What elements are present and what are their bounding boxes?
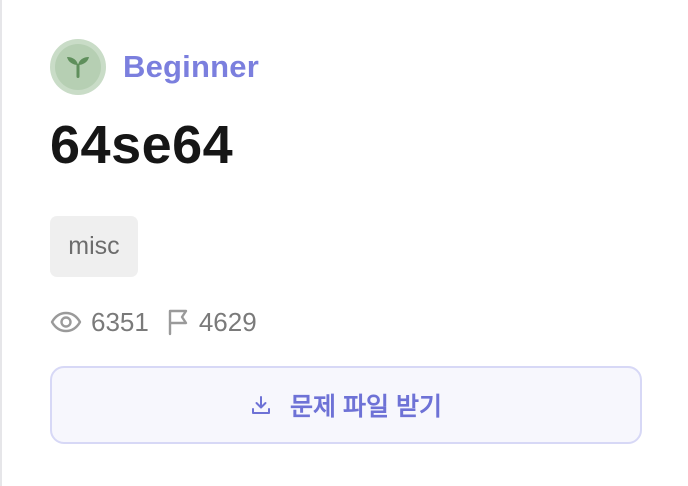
- challenge-card: Beginner 64se64 misc 6351 4629 문제 파일 받기: [50, 38, 642, 444]
- views-stat: 6351: [50, 307, 149, 338]
- download-icon: [250, 394, 272, 416]
- eye-icon: [50, 311, 82, 333]
- solves-stat: 4629: [166, 307, 257, 338]
- tag-misc[interactable]: misc: [50, 216, 138, 277]
- download-label: 문제 파일 받기: [290, 393, 442, 421]
- level-label: Beginner: [123, 49, 259, 84]
- level-row: Beginner: [50, 38, 642, 96]
- panel-divider: [0, 0, 2, 486]
- download-problem-file-button[interactable]: 문제 파일 받기: [50, 366, 642, 444]
- sprout-icon: [50, 39, 106, 95]
- challenge-title: 64se64: [50, 115, 234, 175]
- solves-count: 4629: [198, 306, 257, 337]
- challenge-page: Beginner 64se64 misc 6351 4629 문제 파일 받기: [0, 0, 688, 486]
- stats-row: 6351 4629: [50, 304, 642, 340]
- views-count: 6351: [91, 306, 149, 337]
- flag-icon: [166, 308, 190, 336]
